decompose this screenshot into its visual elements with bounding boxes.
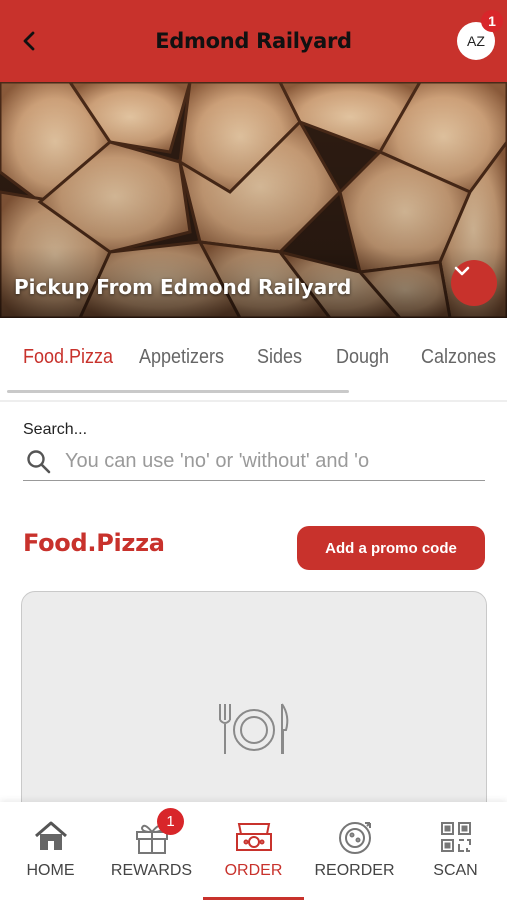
menu-item-card[interactable] <box>21 591 487 833</box>
menu-section-title: Food.Pizza <box>23 529 165 557</box>
chevron-down-icon <box>454 266 470 276</box>
nav-order[interactable]: ORDER <box>203 802 304 900</box>
tab-calzones[interactable]: Calzones <box>421 346 496 369</box>
nav-scan[interactable]: SCAN <box>405 802 506 900</box>
search-icon <box>27 450 51 474</box>
bottom-navigation: HOME REWARDS ORDER REORDER SCAN <box>0 802 507 900</box>
nav-order-label: ORDER <box>224 862 283 879</box>
tabs-scroll-indicator <box>7 390 349 393</box>
pickup-location-text: Pickup From Edmond Railyard <box>14 275 352 299</box>
expand-location-button[interactable] <box>451 260 497 306</box>
top-app-bar: Edmond Railyard AZ 1 <box>0 0 507 82</box>
reorder-pizza-icon <box>338 822 371 854</box>
search-label: Search... <box>23 421 88 438</box>
plate-utensils-icon <box>219 703 289 754</box>
nav-rewards[interactable]: REWARDS <box>101 802 202 900</box>
notification-badge: 1 <box>481 10 503 32</box>
rewards-badge: 1 <box>157 808 184 835</box>
nav-scan-label: SCAN <box>433 862 478 879</box>
qr-code-icon <box>440 822 471 852</box>
nav-reorder[interactable]: REORDER <box>304 802 405 900</box>
back-button[interactable] <box>16 27 44 55</box>
home-icon <box>34 821 67 850</box>
add-promo-code-button[interactable]: Add a promo code <box>297 526 485 570</box>
tab-food-pizza[interactable]: Food.Pizza <box>23 346 113 369</box>
chevron-left-icon <box>23 31 35 51</box>
nav-home[interactable]: HOME <box>0 802 101 900</box>
store-hero-image: Pickup From Edmond Railyard <box>0 82 507 318</box>
pizza-box-icon <box>235 823 272 851</box>
store-title: Edmond Railyard <box>155 29 352 53</box>
tab-appetizers[interactable]: Appetizers <box>139 346 224 369</box>
tab-dough[interactable]: Dough <box>336 346 389 369</box>
nav-reorder-label: REORDER <box>314 862 395 879</box>
search-input[interactable] <box>65 446 475 476</box>
nav-home-label: HOME <box>26 862 75 879</box>
category-tabs: Food.Pizza Appetizers Sides Dough Calzon… <box>0 318 507 402</box>
nav-rewards-label: REWARDS <box>110 862 193 879</box>
search-field <box>23 444 485 481</box>
tab-sides[interactable]: Sides <box>257 346 302 369</box>
